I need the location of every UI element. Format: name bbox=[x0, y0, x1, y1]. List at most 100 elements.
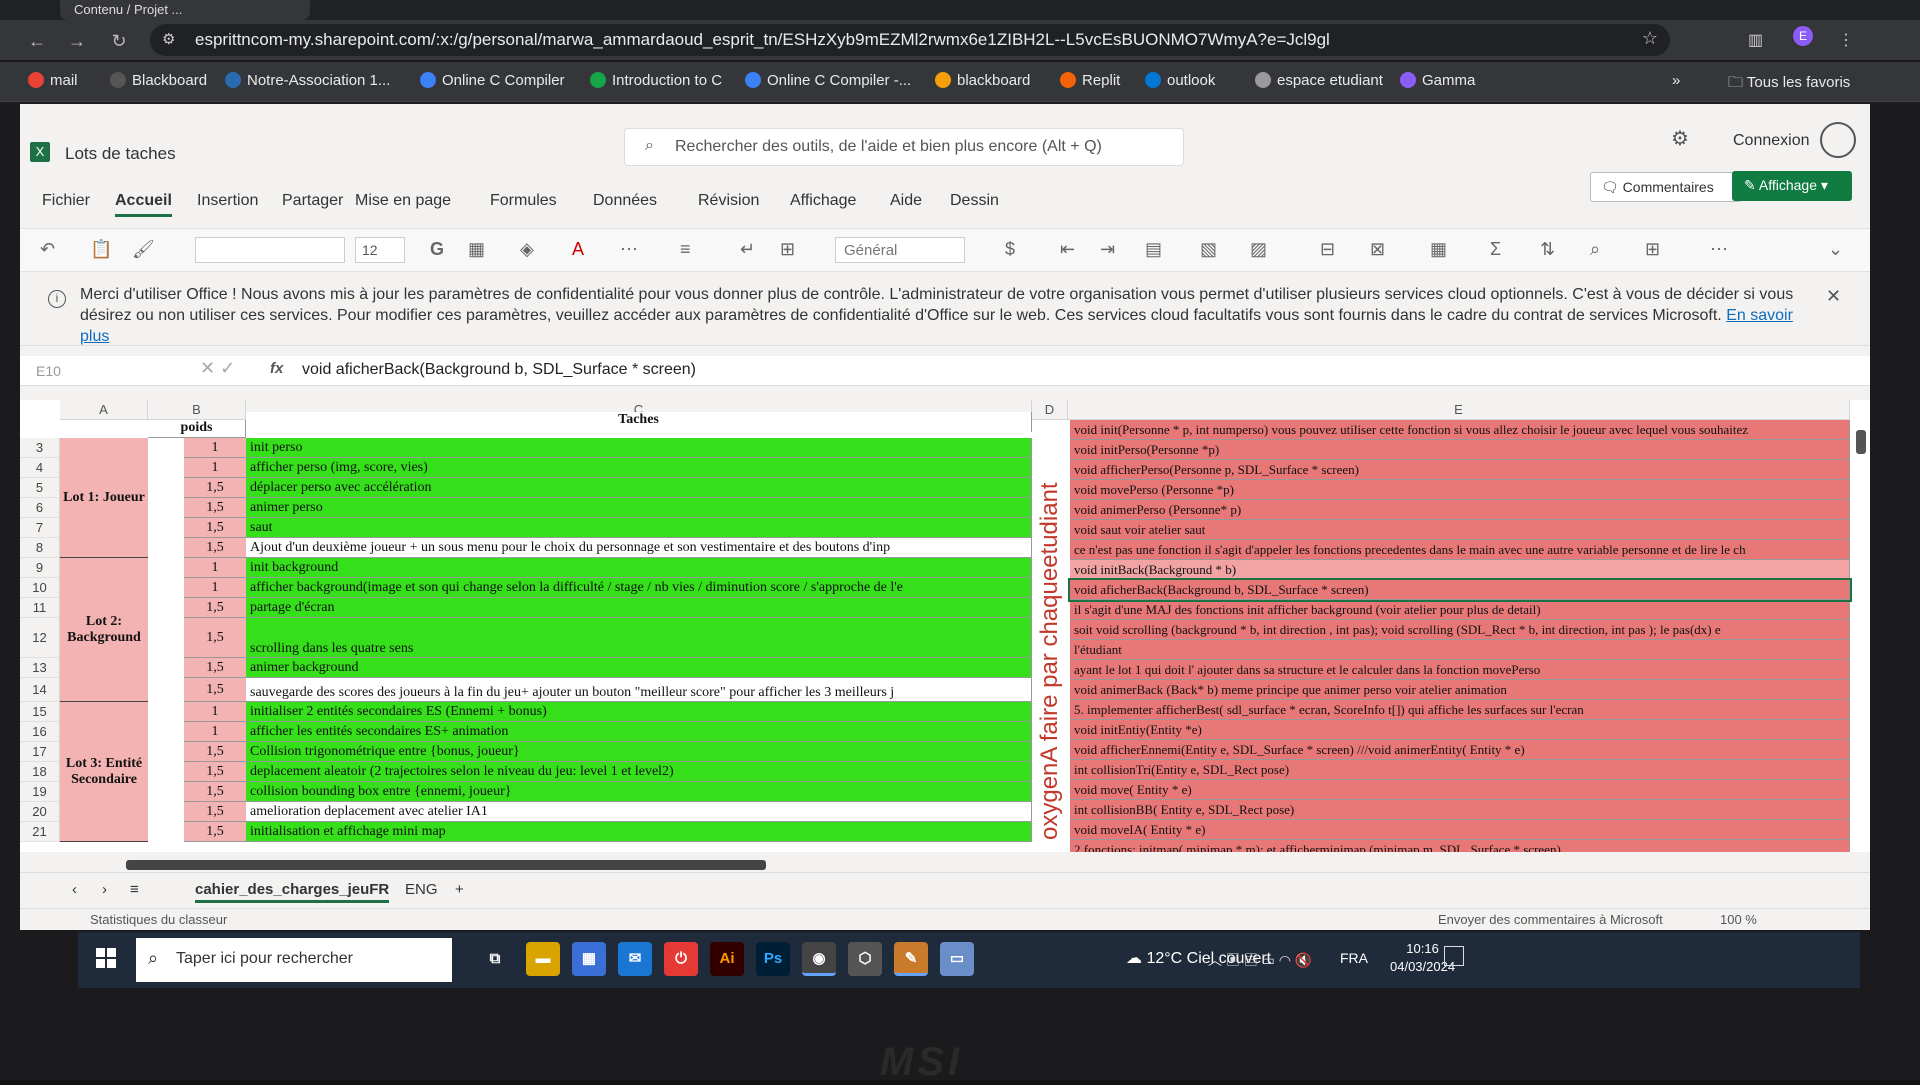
row-header[interactable]: 15 bbox=[20, 702, 60, 722]
menu-tab[interactable]: Aide bbox=[890, 192, 922, 210]
row-header[interactable]: 13 bbox=[20, 658, 60, 678]
add-sheet-icon[interactable]: + bbox=[455, 881, 464, 898]
chevron-down-icon[interactable]: ⌄ bbox=[1828, 239, 1843, 260]
weight-cell[interactable]: 1,5 bbox=[184, 802, 246, 822]
task-cell[interactable]: déplacer perso avec accélération bbox=[246, 478, 1032, 498]
fx-icon[interactable]: fx bbox=[270, 360, 283, 377]
function-cell[interactable]: void movePerso (Personne *p) bbox=[1070, 480, 1850, 500]
lot-label[interactable]: Lot 2: Background bbox=[60, 558, 148, 702]
decrease-decimal-icon[interactable]: ⇥ bbox=[1100, 239, 1115, 260]
row-header[interactable]: 21 bbox=[20, 822, 60, 842]
undo-icon[interactable]: ↶ bbox=[40, 239, 55, 260]
menu-tab[interactable]: Affichage bbox=[790, 192, 856, 210]
photoshop-icon[interactable]: Ps bbox=[756, 942, 790, 976]
insert-icon[interactable]: ⊟ bbox=[1320, 239, 1335, 260]
bookmark-item[interactable]: Replit bbox=[1060, 72, 1120, 89]
illustrator-icon[interactable]: Ai bbox=[710, 942, 744, 976]
formula-input[interactable]: void aficherBack(Background b, SDL_Surfa… bbox=[302, 361, 696, 379]
format-icon[interactable]: ▦ bbox=[1430, 239, 1447, 260]
row-header[interactable]: 14 bbox=[20, 678, 60, 702]
menu-icon[interactable]: ⋮ bbox=[1838, 30, 1854, 50]
weight-cell[interactable]: 1,5 bbox=[184, 822, 246, 842]
font-size-select[interactable]: 12 bbox=[355, 237, 405, 263]
bookmark-star-icon[interactable]: ☆ bbox=[1642, 28, 1658, 49]
currency-icon[interactable]: $ bbox=[1005, 239, 1015, 260]
task-cell[interactable]: deplacement aleatoir (2 trajectoires sel… bbox=[246, 762, 1032, 782]
function-cell[interactable]: void initEntiy(Entity *e) bbox=[1070, 720, 1850, 740]
function-cell[interactable]: 2 fonctions: initmap( minimap * m); et a… bbox=[1070, 840, 1850, 852]
function-cell[interactable]: void move( Entity * e) bbox=[1070, 780, 1850, 800]
task-cell[interactable]: init background bbox=[246, 558, 1032, 578]
view-button[interactable]: ✎ Affichage ▾ bbox=[1732, 171, 1852, 201]
weight-cell[interactable]: 1,5 bbox=[184, 678, 246, 702]
next-sheet-icon[interactable]: › bbox=[102, 881, 107, 898]
menu-tab[interactable]: Insertion bbox=[197, 192, 258, 210]
merge-icon[interactable]: ⊞ bbox=[780, 239, 795, 260]
menu-tab[interactable]: Dessin bbox=[950, 192, 999, 210]
reload-icon[interactable]: ↻ bbox=[108, 30, 130, 52]
function-cell[interactable]: void saut voir atelier saut bbox=[1070, 520, 1850, 540]
row-header[interactable]: 20 bbox=[20, 802, 60, 822]
function-cell[interactable]: void initPerso(Personne *p) bbox=[1070, 440, 1850, 460]
notification-icon[interactable] bbox=[1444, 946, 1464, 966]
weight-cell[interactable]: 1,5 bbox=[184, 762, 246, 782]
task-cell[interactable]: amelioration deplacement avec atelier IA… bbox=[246, 802, 1032, 822]
bookmark-item[interactable]: blackboard bbox=[935, 72, 1030, 89]
weight-cell[interactable]: 1 bbox=[184, 438, 246, 458]
column-header[interactable]: A bbox=[60, 400, 148, 420]
row-header[interactable]: 7 bbox=[20, 518, 60, 538]
sheet-tab[interactable]: cahier_des_charges_jeuFR bbox=[195, 881, 390, 903]
column-header[interactable]: B bbox=[148, 400, 246, 420]
bookmark-item[interactable]: Gamma bbox=[1400, 72, 1475, 89]
taskbar-search[interactable]: ⌕ Taper ici pour rechercher bbox=[136, 938, 452, 982]
font-color-icon[interactable]: A bbox=[572, 239, 584, 260]
prev-sheet-icon[interactable]: ‹ bbox=[72, 881, 77, 898]
close-icon[interactable]: ✕ bbox=[1826, 286, 1841, 307]
function-cell[interactable]: void aficherBack(Background b, SDL_Surfa… bbox=[1068, 578, 1852, 602]
row-header[interactable]: 9 bbox=[20, 558, 60, 578]
weight-cell[interactable]: 1,5 bbox=[184, 498, 246, 518]
bookmarks-overflow-icon[interactable]: » bbox=[1672, 72, 1680, 89]
task-cell[interactable]: initialiser 2 entités secondaires ES (En… bbox=[246, 702, 1032, 722]
function-cell[interactable]: soit void scrolling (background * b, int… bbox=[1070, 620, 1850, 640]
menu-tab[interactable]: Révision bbox=[698, 192, 759, 210]
function-cell[interactable]: void animerBack (Back* b) meme principe … bbox=[1070, 680, 1850, 700]
find-icon[interactable]: ⌕ bbox=[1590, 239, 1600, 260]
task-cell[interactable]: sauvegarde des scores des joueurs à la f… bbox=[246, 678, 1032, 702]
number-format-select[interactable]: Général bbox=[835, 237, 965, 263]
settings-gear-icon[interactable]: ⚙ bbox=[1671, 126, 1689, 151]
weight-cell[interactable]: 1,5 bbox=[184, 518, 246, 538]
sign-in-link[interactable]: Connexion bbox=[1733, 132, 1810, 150]
task-cell[interactable]: afficher background(image et son qui cha… bbox=[246, 578, 1032, 598]
function-cell[interactable]: void initBack(Background * b) bbox=[1070, 560, 1850, 580]
vertical-scrollbar[interactable] bbox=[1856, 430, 1866, 454]
column-header[interactable]: E bbox=[1068, 400, 1850, 420]
menu-tab[interactable]: Données bbox=[593, 192, 657, 210]
bookmark-item[interactable]: espace etudiant bbox=[1255, 72, 1383, 89]
function-cell[interactable]: void init(Personne * p, int numperso) vo… bbox=[1070, 420, 1850, 440]
all-favorites-folder[interactable]: 🗀 Tous les favoris bbox=[1728, 72, 1850, 97]
sidebar-icon[interactable]: ▥ bbox=[1748, 30, 1763, 50]
bookmark-item[interactable]: Blackboard bbox=[110, 72, 207, 89]
store-icon[interactable]: ▦ bbox=[572, 942, 606, 976]
row-header[interactable]: 5 bbox=[20, 478, 60, 498]
function-cell[interactable]: void afficherEnnemi(Entity e, SDL_Surfac… bbox=[1070, 740, 1850, 760]
task-cell[interactable]: afficher perso (img, score, vies) bbox=[246, 458, 1032, 478]
power-app-icon[interactable]: ⏻ bbox=[664, 942, 698, 976]
sum-icon[interactable]: Σ bbox=[1490, 239, 1501, 260]
browser-tab[interactable]: Contenu / Projet ... bbox=[60, 0, 310, 20]
row-header[interactable]: 8 bbox=[20, 538, 60, 558]
function-cell[interactable]: void animerPerso (Personne* p) bbox=[1070, 500, 1850, 520]
function-cell[interactable]: ayant le lot 1 qui doit l' ajouter dans … bbox=[1070, 660, 1850, 680]
bookmark-item[interactable]: Notre-Association 1... bbox=[225, 72, 390, 89]
task-cell[interactable]: Collision trigonométrique entre {bonus, … bbox=[246, 742, 1032, 762]
cancel-confirm-icons[interactable]: ✕ ✓ bbox=[200, 358, 235, 379]
menu-tab[interactable]: Mise en page bbox=[355, 192, 451, 210]
row-header[interactable]: 19 bbox=[20, 782, 60, 802]
function-cell[interactable]: void afficherPerso(Personne p, SDL_Surfa… bbox=[1070, 460, 1850, 480]
zoom-level[interactable]: 100 % bbox=[1720, 912, 1757, 927]
column-header[interactable]: D bbox=[1032, 400, 1068, 420]
weight-cell[interactable]: 1,5 bbox=[184, 658, 246, 678]
sort-filter-icon[interactable]: ⇅ bbox=[1540, 239, 1555, 260]
bookmark-item[interactable]: Online C Compiler -... bbox=[745, 72, 911, 89]
